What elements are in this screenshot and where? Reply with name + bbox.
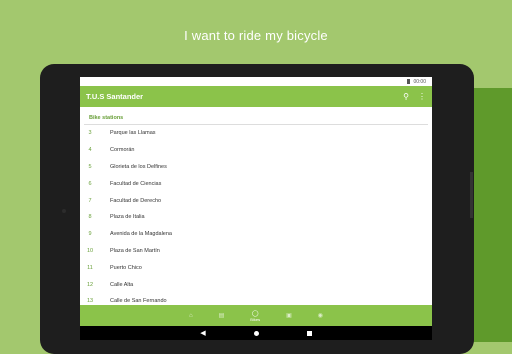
station-name: Calle Alta <box>110 281 134 288</box>
bottom-navigation: ⌂ ▤ ◯ Bikes ▣ ◉ <box>80 305 432 326</box>
app-bar: T.U.S Santander ⚲ ⋮ <box>80 86 432 107</box>
station-number: 9 <box>88 231 92 238</box>
station-name: Plaza de Italia <box>110 214 145 221</box>
back-icon[interactable]: ◀ <box>200 329 205 337</box>
station-number: 5 <box>88 163 92 170</box>
station-number: 4 <box>88 147 92 154</box>
station-number: 3 <box>88 130 92 137</box>
list-item[interactable]: 4 Cormorán <box>80 142 432 159</box>
station-number: 13 <box>86 298 94 305</box>
station-name: Facultad de Ciencias <box>110 180 162 187</box>
side-button <box>470 172 473 218</box>
station-name: Puerto Chico <box>110 264 142 271</box>
location-icon[interactable]: ◉ <box>318 312 323 319</box>
station-name: Facultad de Derecho <box>110 197 162 204</box>
train-icon[interactable]: ▣ <box>286 312 292 319</box>
station-number: 10 <box>86 247 94 254</box>
station-number: 11 <box>87 264 93 271</box>
list-item[interactable]: 9 Avenida de la Magdalena <box>80 226 432 243</box>
bicycle-icon: ◯ <box>251 310 259 317</box>
home-button-icon[interactable] <box>253 330 259 336</box>
section-title: Bike stations <box>84 107 428 125</box>
list-item[interactable]: 6 Facultad de Ciencias <box>80 175 432 192</box>
recents-icon[interactable] <box>306 330 312 336</box>
status-bar: 00:00 <box>80 77 432 86</box>
status-time: 00:00 <box>413 78 426 85</box>
station-name: Calle de San Fernando <box>110 298 167 305</box>
station-number: 8 <box>88 214 92 221</box>
battery-icon <box>407 79 411 84</box>
list-item[interactable]: 8 Plaza de Italia <box>80 209 432 226</box>
list-item[interactable]: 3 Parque las Llamas <box>80 125 432 142</box>
list-item[interactable]: 7 Facultad de Derecho <box>80 192 432 209</box>
headline: I want to ride my bicycle <box>184 28 328 43</box>
station-name: Avenida de la Magdalena <box>110 231 172 238</box>
more-vert-icon[interactable]: ⋮ <box>418 92 426 101</box>
station-list: 3 Parque las Llamas 4 Cormorán 5 Glorieta d… <box>80 125 432 310</box>
station-number: 6 <box>88 180 92 187</box>
system-navigation: ◀ <box>80 326 432 340</box>
list-item[interactable]: 12 Calle Alta <box>80 276 432 293</box>
search-icon[interactable]: ⚲ <box>403 92 409 101</box>
station-number: 12 <box>86 281 94 288</box>
tab-bikes-label: Bikes <box>250 316 261 322</box>
station-name: Plaza de San Martín <box>110 247 160 254</box>
station-name: Glorieta de los Delfines <box>110 163 167 170</box>
camera <box>62 209 66 213</box>
list-item[interactable]: 11 Puerto Chico <box>80 259 432 276</box>
station-name: Cormorán <box>110 147 135 154</box>
app-title: T.U.S Santander <box>86 92 144 101</box>
home-icon[interactable]: ⌂ <box>189 313 193 319</box>
station-number: 7 <box>88 197 92 204</box>
bus-icon[interactable]: ▤ <box>219 312 225 319</box>
app-screen: 00:00 T.U.S Santander ⚲ ⋮ Bike stations … <box>80 77 432 340</box>
list-item[interactable]: 5 Glorieta de los Delfines <box>80 159 432 176</box>
list-item[interactable]: 10 Plaza de San Martín <box>80 243 432 260</box>
station-name: Parque las Llamas <box>110 130 156 137</box>
tab-bikes[interactable]: ◯ Bikes <box>250 310 260 322</box>
